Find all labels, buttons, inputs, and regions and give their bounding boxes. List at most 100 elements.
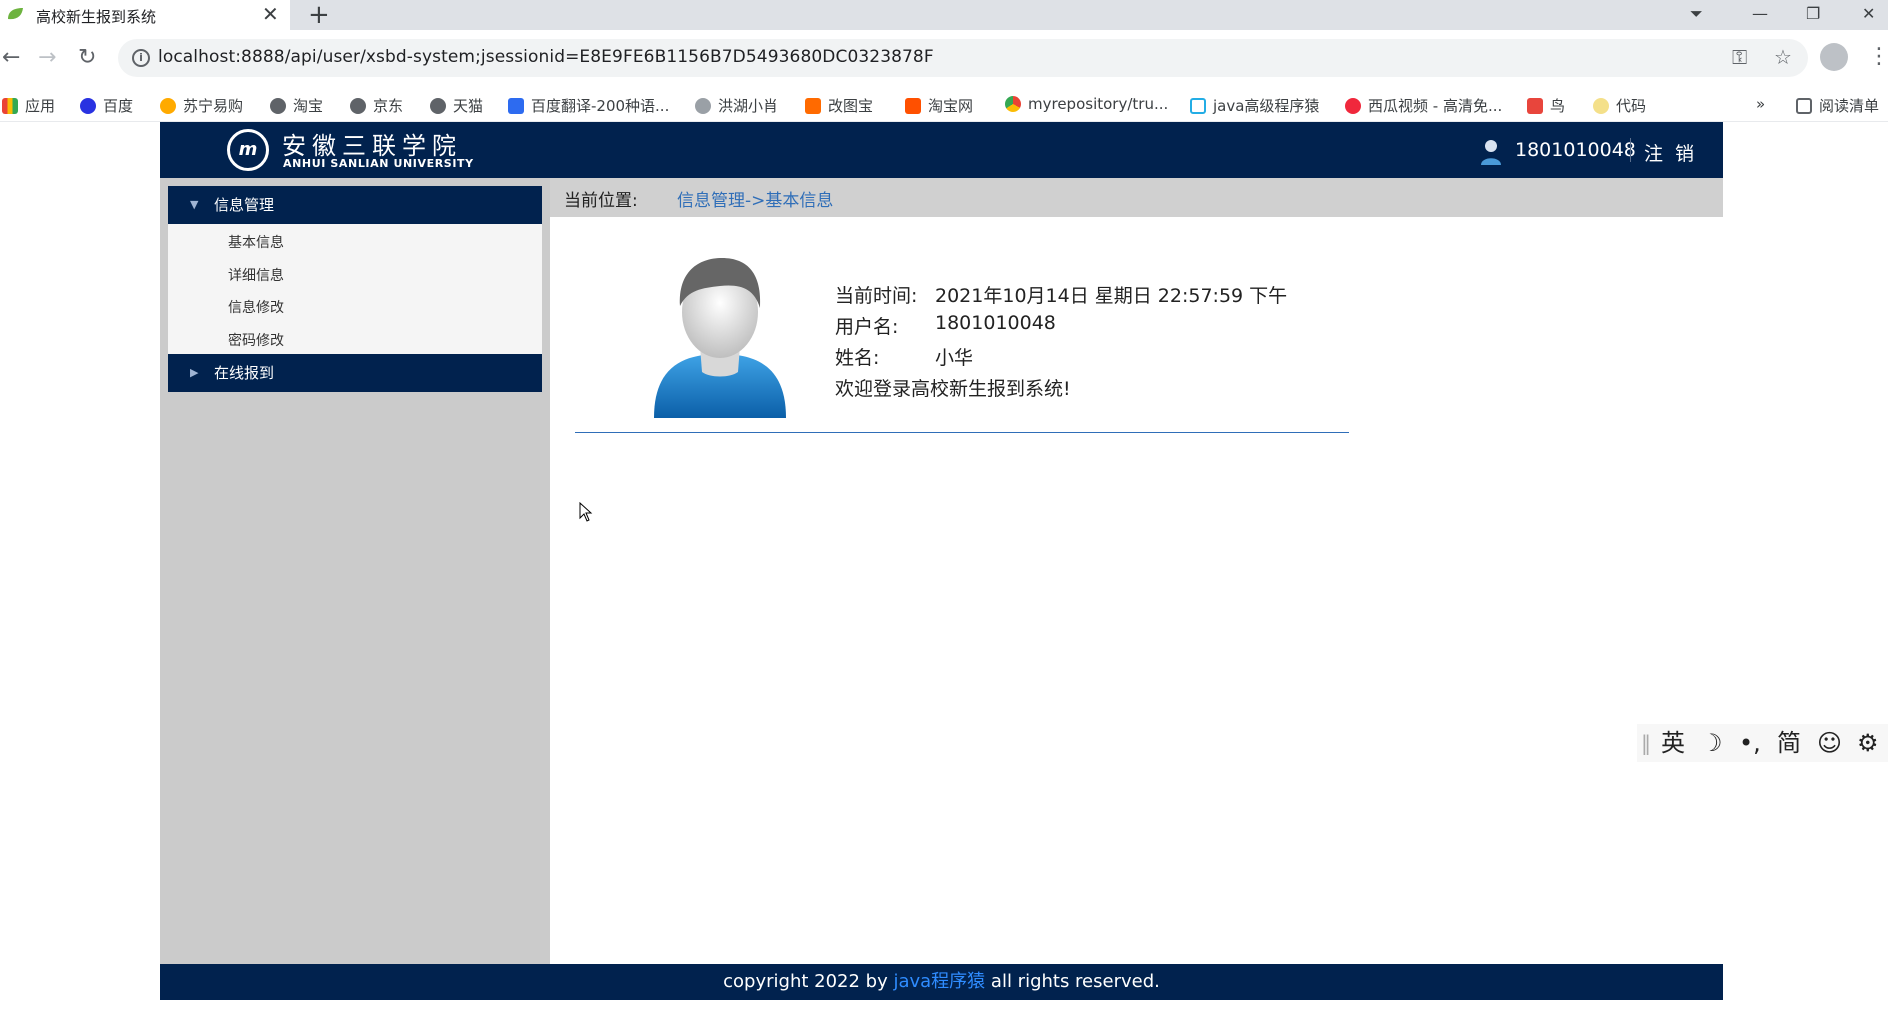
feather-icon (695, 98, 711, 114)
bookmark-honghu[interactable]: 洪湖小肖 (695, 95, 778, 116)
bookmark-star-icon[interactable]: ☆ (1774, 45, 1792, 69)
browser-tab-strip: 高校新生报到系统 ✕ + ⏷ — ❐ ✕ (0, 0, 1888, 30)
browser-tab[interactable]: 高校新生报到系统 ✕ (0, 0, 290, 30)
bookmark-baidu[interactable]: 百度 (80, 95, 133, 116)
submenu: 基本信息 详细信息 信息修改 密码修改 (168, 224, 542, 354)
footer-suffix: all rights reserved. (985, 971, 1160, 992)
ime-language-toggle[interactable]: 英 (1661, 729, 1685, 757)
bookmarks-bar: 应用 百度 苏宁易购 淘宝 京东 天猫 百度翻译-200种语... 洪湖小肖 改… (0, 87, 1888, 122)
ime-drag-handle[interactable]: ‖ (1641, 729, 1651, 757)
bookmark-gaitubao[interactable]: 改图宝 (805, 95, 873, 116)
bookmark-jd[interactable]: 京东 (350, 95, 403, 116)
settings-gear-icon[interactable]: ⚙ (1857, 729, 1879, 757)
url-text[interactable]: localhost:8888/api/user/xsbd-system;jses… (158, 47, 934, 67)
bookmark-taobaowang[interactable]: 淘宝网 (905, 95, 973, 116)
bookmarks-overflow-icon[interactable]: » (1756, 95, 1765, 113)
bookmark-code[interactable]: 代码 (1593, 95, 1646, 116)
header-divider (1630, 138, 1631, 162)
leaf-favicon-icon (8, 8, 23, 20)
name-value: 小华 (935, 347, 974, 369)
username-value: 1801010048 (935, 312, 1056, 334)
gaitubao-icon (805, 98, 821, 114)
sidebar-item-change-password[interactable]: 密码修改 (228, 330, 284, 350)
logo-subtitle: ANHUI SANLIAN UNIVERSITY (283, 157, 474, 170)
bookmark-baidu-translate[interactable]: 百度翻译-200种语... (508, 95, 669, 116)
main-content: 当前位置: 信息管理->基本信息 当前时间: 2021年10月14日 星期日 2… (550, 178, 1723, 964)
reading-list-icon (1796, 98, 1812, 114)
menu-group-label: 信息管理 (214, 196, 275, 214)
bookmark-bird[interactable]: 鸟 (1527, 95, 1565, 116)
header-username: 1801010048 (1515, 139, 1636, 161)
reading-list-button[interactable]: 阅读清单 (1796, 95, 1879, 116)
sidebar-item-edit-info[interactable]: 信息修改 (228, 297, 284, 317)
user-icon (1481, 140, 1501, 165)
moon-icon[interactable]: ☽ (1701, 729, 1723, 757)
restore-icon[interactable]: ❐ (1806, 0, 1820, 30)
globe-icon (270, 98, 286, 114)
new-tab-button[interactable]: + (308, 0, 330, 30)
password-key-icon[interactable]: ⚿ (1732, 45, 1747, 69)
emoji-icon[interactable]: ☺ (1817, 729, 1842, 757)
chrome-icon (1005, 96, 1021, 112)
bookmark-myrepository[interactable]: myrepository/tru... (1005, 95, 1168, 113)
apps-grid-icon (2, 98, 18, 114)
globe-icon (430, 98, 446, 114)
university-logo-icon: m (227, 129, 269, 171)
bird-icon (1527, 98, 1543, 114)
menu-group-info-management[interactable]: ▼ 信息管理 (168, 186, 542, 224)
time-value: 2021年10月14日 星期日 22:57:59 下午 (935, 285, 1288, 307)
site-header: m 安徽三联学院 ANHUI SANLIAN UNIVERSITY 180101… (160, 122, 1723, 178)
mouse-cursor-icon (579, 502, 593, 522)
bookmark-tmall[interactable]: 天猫 (430, 95, 483, 116)
breadcrumb: 当前位置: 信息管理->基本信息 (550, 178, 1723, 217)
welcome-message: 欢迎登录高校新生报到系统! (835, 378, 1071, 400)
logo-title: 安徽三联学院 (282, 132, 462, 160)
page: m 安徽三联学院 ANHUI SANLIAN UNIVERSITY 180101… (160, 122, 1723, 1000)
forward-icon[interactable]: → (38, 44, 56, 72)
username-label: 用户名: (835, 316, 899, 338)
ime-toolbar: ‖ 英 ☽ •, 简 ☺ ⚙ (1637, 724, 1888, 762)
taobao-icon (905, 98, 921, 114)
menu-group-label: 在线报到 (214, 364, 275, 382)
time-label: 当前时间: (835, 285, 918, 307)
window-close-icon[interactable]: ✕ (1862, 0, 1875, 30)
site-info-icon[interactable]: i (132, 49, 150, 67)
menu-group-online-register[interactable]: ▶ 在线报到 (168, 354, 542, 392)
content-divider (575, 432, 1349, 433)
tab-search-icon[interactable]: ⏷ (1690, 0, 1703, 30)
bookmark-xigua[interactable]: 西瓜视频 - 高清免... (1345, 95, 1502, 116)
bookmark-taobao[interactable]: 淘宝 (270, 95, 323, 116)
browser-menu-icon[interactable]: ⋮ (1868, 44, 1888, 69)
profile-avatar-icon[interactable] (1820, 43, 1848, 71)
address-bar[interactable]: i localhost:8888/api/user/xsbd-system;js… (118, 39, 1808, 77)
logout-link[interactable]: 注销 (1644, 139, 1706, 166)
suning-icon (160, 98, 176, 114)
breadcrumb-path[interactable]: 信息管理->基本信息 (677, 186, 833, 211)
caret-right-icon: ▶ (190, 366, 199, 379)
minimize-icon[interactable]: — (1752, 0, 1768, 30)
site-footer: copyright 2022 by java程序猿 all rights res… (160, 964, 1723, 1000)
browser-toolbar: ← → ↻ i localhost:8888/api/user/xsbd-sys… (0, 30, 1888, 87)
sidebar-item-basic-info[interactable]: 基本信息 (228, 232, 284, 252)
bookmark-java[interactable]: java高级程序猿 (1190, 95, 1319, 116)
code-icon (1593, 98, 1609, 114)
bilibili-icon (1190, 98, 1206, 114)
bookmark-apps[interactable]: 应用 (2, 95, 55, 116)
sidebar-item-detail-info[interactable]: 详细信息 (228, 265, 284, 285)
punctuation-icon[interactable]: •, (1739, 729, 1761, 757)
tab-title: 高校新生报到系统 (36, 8, 157, 26)
back-icon[interactable]: ← (2, 44, 20, 72)
footer-author-link[interactable]: java程序猿 (893, 971, 985, 992)
ime-simplified-toggle[interactable]: 简 (1777, 729, 1801, 757)
sidebar: ▼ 信息管理 基本信息 详细信息 信息修改 密码修改 ▶ 在线报到 (160, 178, 550, 964)
globe-icon (350, 98, 366, 114)
reload-icon[interactable]: ↻ (78, 44, 96, 72)
bookmark-suning[interactable]: 苏宁易购 (160, 95, 243, 116)
tab-close-icon[interactable]: ✕ (262, 2, 279, 26)
user-avatar-icon (654, 258, 786, 418)
footer-prefix: copyright 2022 by (723, 971, 894, 992)
xigua-icon (1345, 98, 1361, 114)
caret-down-icon: ▼ (190, 198, 199, 211)
name-label: 姓名: (835, 347, 880, 369)
translate-icon (508, 98, 524, 114)
